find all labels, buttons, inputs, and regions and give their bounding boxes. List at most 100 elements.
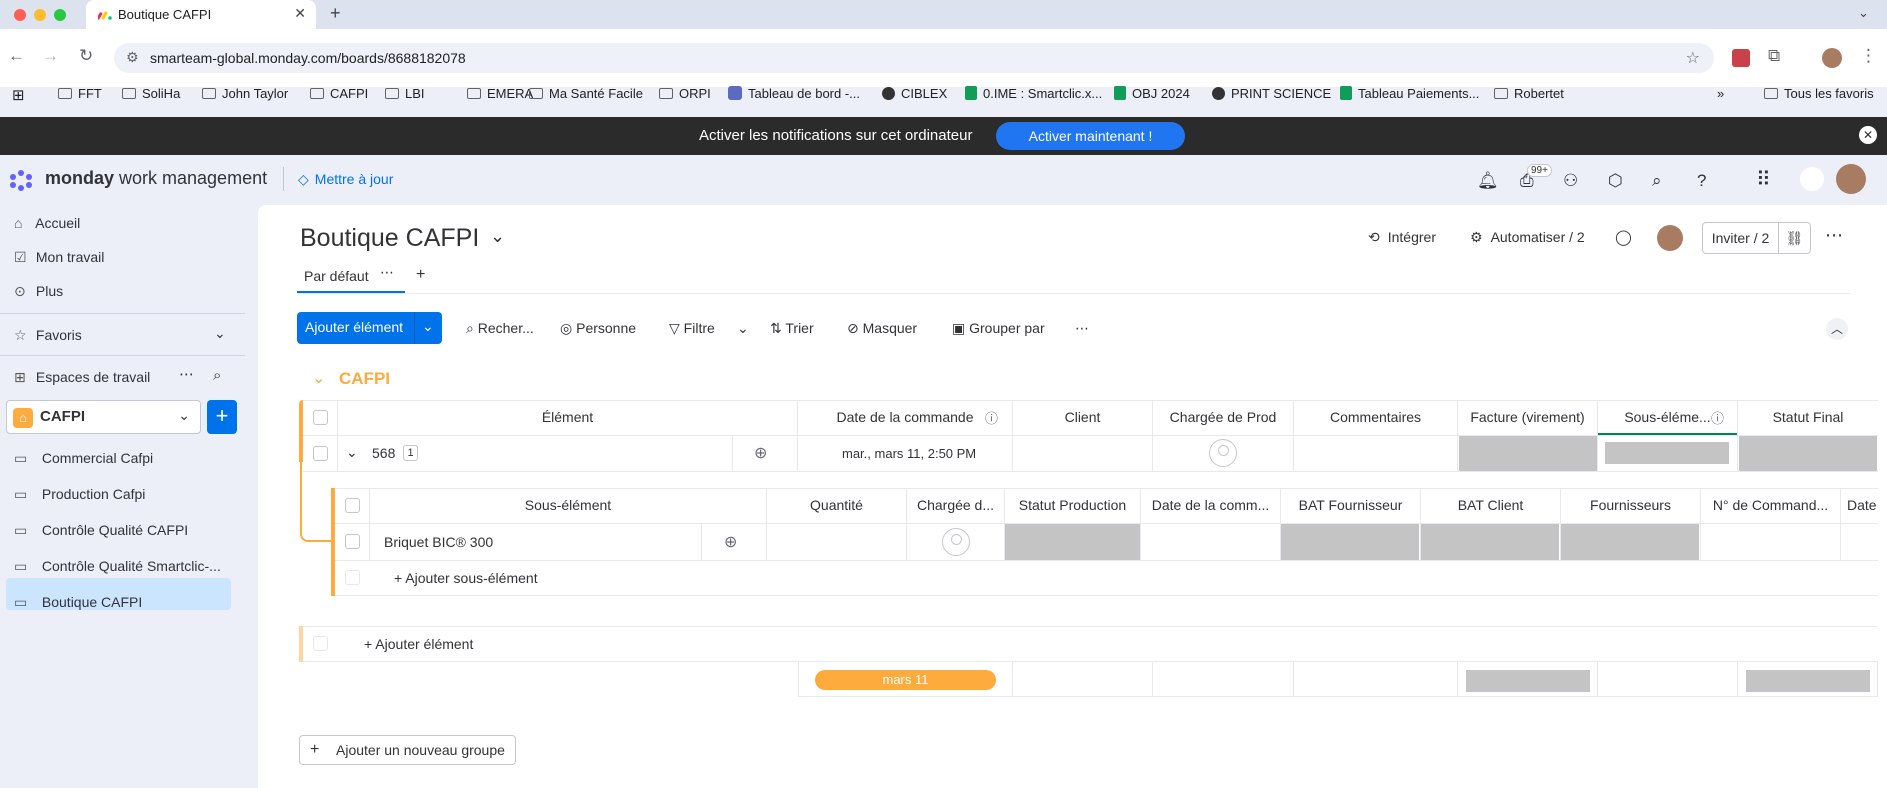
subitem-name[interactable]: Briquet BIC® 300 — [384, 534, 493, 550]
info-icon[interactable]: ⓘ — [1711, 408, 1724, 427]
subitem-column-header[interactable]: Date — [1841, 497, 1878, 513]
bookmark-item[interactable]: PRINT SCIENCE — [1212, 86, 1331, 101]
back-icon[interactable]: ← — [8, 46, 25, 66]
new-tab-icon[interactable]: + — [330, 3, 341, 24]
bookmark-item[interactable]: Robertet — [1494, 86, 1564, 101]
subitem-column-header[interactable]: Chargée d... — [907, 497, 1004, 513]
bookmark-item[interactable]: FFT — [58, 86, 102, 101]
add-update-icon[interactable]: ⊕ — [724, 532, 737, 552]
sidebar-board-item[interactable]: ▭ Production Cafpi — [14, 486, 145, 503]
bookmark-item[interactable]: Ma Santé Facile — [529, 86, 643, 101]
add-view-icon[interactable]: + — [416, 266, 425, 284]
chevron-down-icon[interactable]: ⌄ — [737, 320, 749, 337]
more-bookmarks-icon[interactable]: » — [1717, 86, 1724, 101]
person-filter-button[interactable]: ◎ Personne — [560, 320, 636, 337]
filter-button[interactable]: ▽ Filtre — [669, 320, 715, 337]
add-to-workspace-button[interactable]: + — [207, 400, 237, 434]
add-item-row-button[interactable]: + Ajouter élément — [364, 636, 473, 652]
sidebar-board-item[interactable]: ▭ Contrôle Qualité Smartclic-... — [14, 558, 221, 575]
browser-menu-icon[interactable]: ⋮ — [1860, 46, 1877, 66]
subitem-column-header[interactable]: Date de la comm... — [1141, 497, 1280, 513]
sidebar-board-item[interactable]: ▭ Boutique CAFPI — [14, 594, 142, 611]
address-bar[interactable]: ⚙ smarteam-global.monday.com/boards/8688… — [114, 43, 1714, 73]
bookmark-star-icon[interactable]: ☆ — [1686, 48, 1700, 68]
final-status-cell[interactable] — [1739, 436, 1877, 471]
sort-button[interactable]: ⇅ Trier — [770, 320, 814, 337]
upgrade-link[interactable]: ◇ Mettre à jour — [298, 171, 393, 188]
extensions-puzzle-icon[interactable]: ⧉ — [1768, 46, 1780, 66]
account-logo[interactable] — [1800, 167, 1824, 191]
column-header[interactable]: Facture (virement) — [1458, 409, 1597, 425]
chevron-down-icon[interactable]: ⌄ — [312, 368, 325, 388]
column-header[interactable]: Commentaires — [1294, 409, 1457, 425]
subitem-column-header[interactable]: Quantité — [767, 497, 906, 513]
facture-status-cell[interactable] — [1459, 436, 1597, 471]
board-title[interactable]: Boutique CAFPI — [300, 224, 479, 253]
subitem-checkbox[interactable] — [345, 534, 360, 549]
notifications-bell-icon[interactable]: 🔔︎ — [1477, 171, 1499, 191]
sidebar-home[interactable]: ⌂ Accueil — [14, 215, 80, 231]
workspace-options-icon[interactable]: ⋯ — [179, 365, 194, 383]
fournisseurs-cell[interactable] — [1561, 524, 1699, 560]
group-by-button[interactable]: ▣ Grouper par — [952, 320, 1045, 337]
subitem-column-header[interactable]: BAT Fournisseur — [1281, 497, 1420, 513]
close-window-button[interactable] — [14, 9, 26, 21]
empty-person-avatar[interactable] — [1209, 439, 1237, 467]
integrate-button[interactable]: ⟲ Intégrer — [1368, 229, 1436, 246]
all-favorites[interactable]: Tous les favoris — [1764, 86, 1874, 101]
bookmark-item[interactable]: CAFPI — [310, 86, 368, 101]
group-title[interactable]: CAFPI — [339, 369, 390, 389]
subitems-summary-cell[interactable] — [1605, 442, 1729, 464]
help-icon[interactable]: ? — [1697, 171, 1706, 191]
view-options-icon[interactable]: ⋯ — [380, 264, 394, 281]
bookmark-item[interactable]: SoliHa — [122, 86, 180, 101]
bat-fournisseur-cell[interactable] — [1281, 524, 1419, 560]
bookmark-item[interactable]: Tableau Paiements... — [1340, 86, 1479, 101]
column-header[interactable]: Statut Final — [1738, 409, 1878, 425]
column-header[interactable]: Élément — [338, 409, 797, 425]
updates-icon[interactable]: ◯ — [1615, 228, 1632, 246]
subitem-column-header[interactable]: BAT Client — [1421, 497, 1560, 513]
bat-client-cell[interactable] — [1421, 524, 1559, 560]
board-member-avatar[interactable] — [1657, 225, 1683, 251]
invite-members-icon[interactable]: ⚇ — [1563, 171, 1578, 191]
subitem-column-header[interactable]: N° de Command... — [1701, 497, 1840, 513]
tab-search-icon[interactable]: ⌄ — [1858, 5, 1869, 21]
sidebar-my-work[interactable]: ☑ Mon travail — [14, 249, 104, 266]
empty-person-avatar[interactable] — [942, 528, 970, 556]
add-group-button[interactable]: + Ajouter un nouveau groupe — [299, 735, 516, 765]
sidebar-favorites[interactable]: ☆ Favoris — [14, 327, 82, 344]
chevron-down-icon[interactable]: ⌄ — [422, 318, 434, 335]
bookmark-item[interactable]: LBI — [385, 86, 425, 101]
expand-subitems-icon[interactable]: ⌄ — [346, 444, 358, 461]
more-toolbar-icon[interactable]: ⋯ — [1075, 320, 1089, 337]
subitem-column-header[interactable]: Sous-élément — [370, 497, 766, 513]
search-button[interactable]: ⌕ Recher... — [466, 320, 534, 337]
extension-icon[interactable] — [1732, 49, 1750, 67]
bookmark-item[interactable]: OBJ 2024 — [1114, 86, 1190, 101]
maximize-window-button[interactable] — [54, 9, 66, 21]
apps-grid-icon[interactable]: ⊞ — [12, 86, 25, 104]
info-icon[interactable]: ⓘ — [985, 408, 998, 427]
minimize-window-button[interactable] — [34, 9, 46, 21]
automate-button[interactable]: ⚙ Automatiser / 2 — [1470, 229, 1585, 246]
site-settings-icon[interactable]: ⚙ — [126, 49, 139, 66]
chevron-down-icon[interactable]: ⌄ — [490, 226, 505, 247]
subitem-column-header[interactable]: Statut Production — [1005, 497, 1140, 513]
forward-icon[interactable]: → — [42, 46, 59, 66]
apps-marketplace-icon[interactable]: ⬡ — [1608, 171, 1623, 191]
sidebar-workspaces[interactable]: ⊞ Espaces de travail — [14, 369, 150, 386]
column-header[interactable]: Client — [1013, 409, 1152, 425]
close-tab-icon[interactable]: ✕ — [294, 5, 306, 22]
bookmark-item[interactable]: 0.IME : Smartclic.x... — [965, 86, 1102, 101]
collapse-header-icon[interactable]: ︿ — [1826, 318, 1848, 340]
invite-button[interactable]: Inviter / 2 — [1702, 222, 1779, 254]
user-avatar[interactable] — [1836, 164, 1866, 194]
profile-avatar[interactable] — [1822, 48, 1842, 68]
add-subitem-button[interactable]: + Ajouter sous-élément — [394, 570, 538, 586]
bookmark-item[interactable]: EMERA — [467, 86, 533, 101]
row-checkbox[interactable] — [313, 446, 328, 461]
column-header[interactable]: Chargée de Prod — [1153, 409, 1293, 425]
sidebar-board-item[interactable]: ▭ Contrôle Qualité CAFPI — [14, 522, 188, 539]
column-header[interactable]: Date de la commande — [798, 409, 1012, 425]
